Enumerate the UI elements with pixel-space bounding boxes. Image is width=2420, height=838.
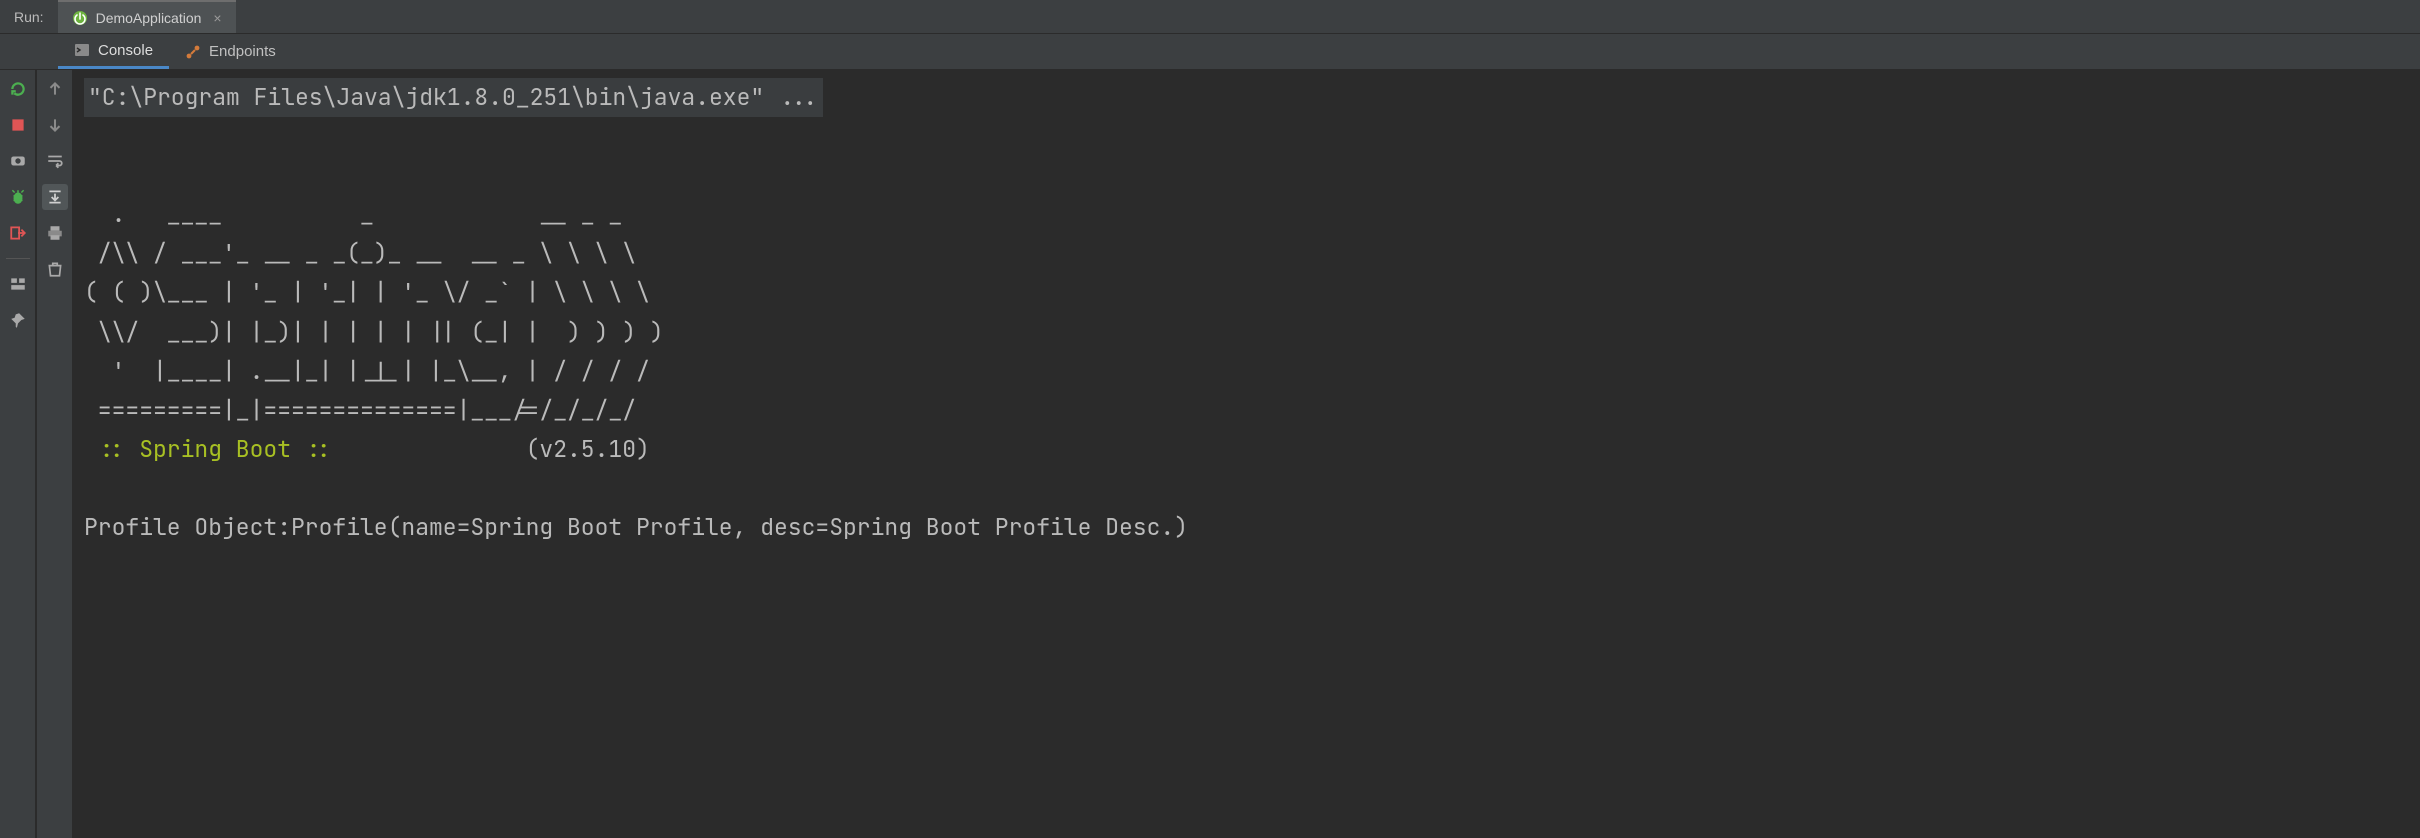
- spring-boot-tag: :: Spring Boot ::: [84, 434, 346, 464]
- print-button[interactable]: [42, 220, 68, 246]
- scroll-to-end-button[interactable]: [42, 184, 68, 210]
- spring-boot-version: (v2.5.10): [346, 434, 650, 464]
- spring-banner-line: . ____ _ __ _ _: [84, 199, 622, 229]
- clear-all-button[interactable]: [42, 256, 68, 282]
- run-config-tab[interactable]: DemoApplication ×: [58, 0, 236, 33]
- tab-console-label: Console: [98, 42, 153, 59]
- close-icon[interactable]: ×: [209, 10, 221, 26]
- spring-banner-line: /\\ / ___'_ __ _ _(_)_ __ __ _ \ \ \ \: [84, 238, 636, 268]
- tab-endpoints-label: Endpoints: [209, 43, 276, 60]
- tool-tabs: Console Endpoints: [0, 34, 2420, 70]
- stop-button[interactable]: [5, 112, 31, 138]
- gutter-divider: [6, 258, 30, 259]
- endpoints-icon: [185, 44, 201, 60]
- rerun-button[interactable]: [5, 76, 31, 102]
- run-toolwindow-header: Run: DemoApplication ×: [0, 0, 2420, 34]
- spring-banner-line: ' |____| .__|_| |_|_| |_\__, | / / / /: [84, 356, 650, 386]
- layout-settings-button[interactable]: [5, 271, 31, 297]
- spring-boot-icon: [72, 10, 88, 26]
- run-config-name: DemoApplication: [96, 10, 202, 26]
- console-actions-gutter: [36, 70, 72, 838]
- spring-banner-line: \\/ ___)| |_)| | | | | || (_| | ) ) ) ): [84, 317, 664, 347]
- dump-threads-button[interactable]: [5, 148, 31, 174]
- console-icon: [74, 42, 90, 58]
- exit-button[interactable]: [5, 220, 31, 246]
- run-toolwindow-body: "C:\Program Files\Java\jdk1.8.0_251\bin\…: [0, 70, 2420, 838]
- console-output[interactable]: "C:\Program Files\Java\jdk1.8.0_251\bin\…: [72, 70, 2420, 838]
- soft-wrap-button[interactable]: [42, 148, 68, 174]
- pin-tab-button[interactable]: [5, 307, 31, 333]
- console-command-line[interactable]: "C:\Program Files\Java\jdk1.8.0_251\bin\…: [84, 78, 823, 117]
- run-label: Run:: [0, 0, 58, 33]
- tab-console[interactable]: Console: [58, 34, 169, 69]
- spring-banner-line: =========|_|==============|___/=/_/_/_/: [84, 395, 636, 425]
- tab-endpoints[interactable]: Endpoints: [169, 34, 292, 69]
- scroll-up-icon[interactable]: [42, 76, 68, 102]
- scroll-down-icon[interactable]: [42, 112, 68, 138]
- attach-debugger-button[interactable]: [5, 184, 31, 210]
- run-actions-gutter: [0, 70, 36, 838]
- spring-banner-line: ( ( )\___ | '_ | '_| | '_ \/ _` | \ \ \ …: [84, 277, 650, 307]
- console-log-line: Profile Object:Profile(name=Spring Boot …: [84, 512, 1188, 542]
